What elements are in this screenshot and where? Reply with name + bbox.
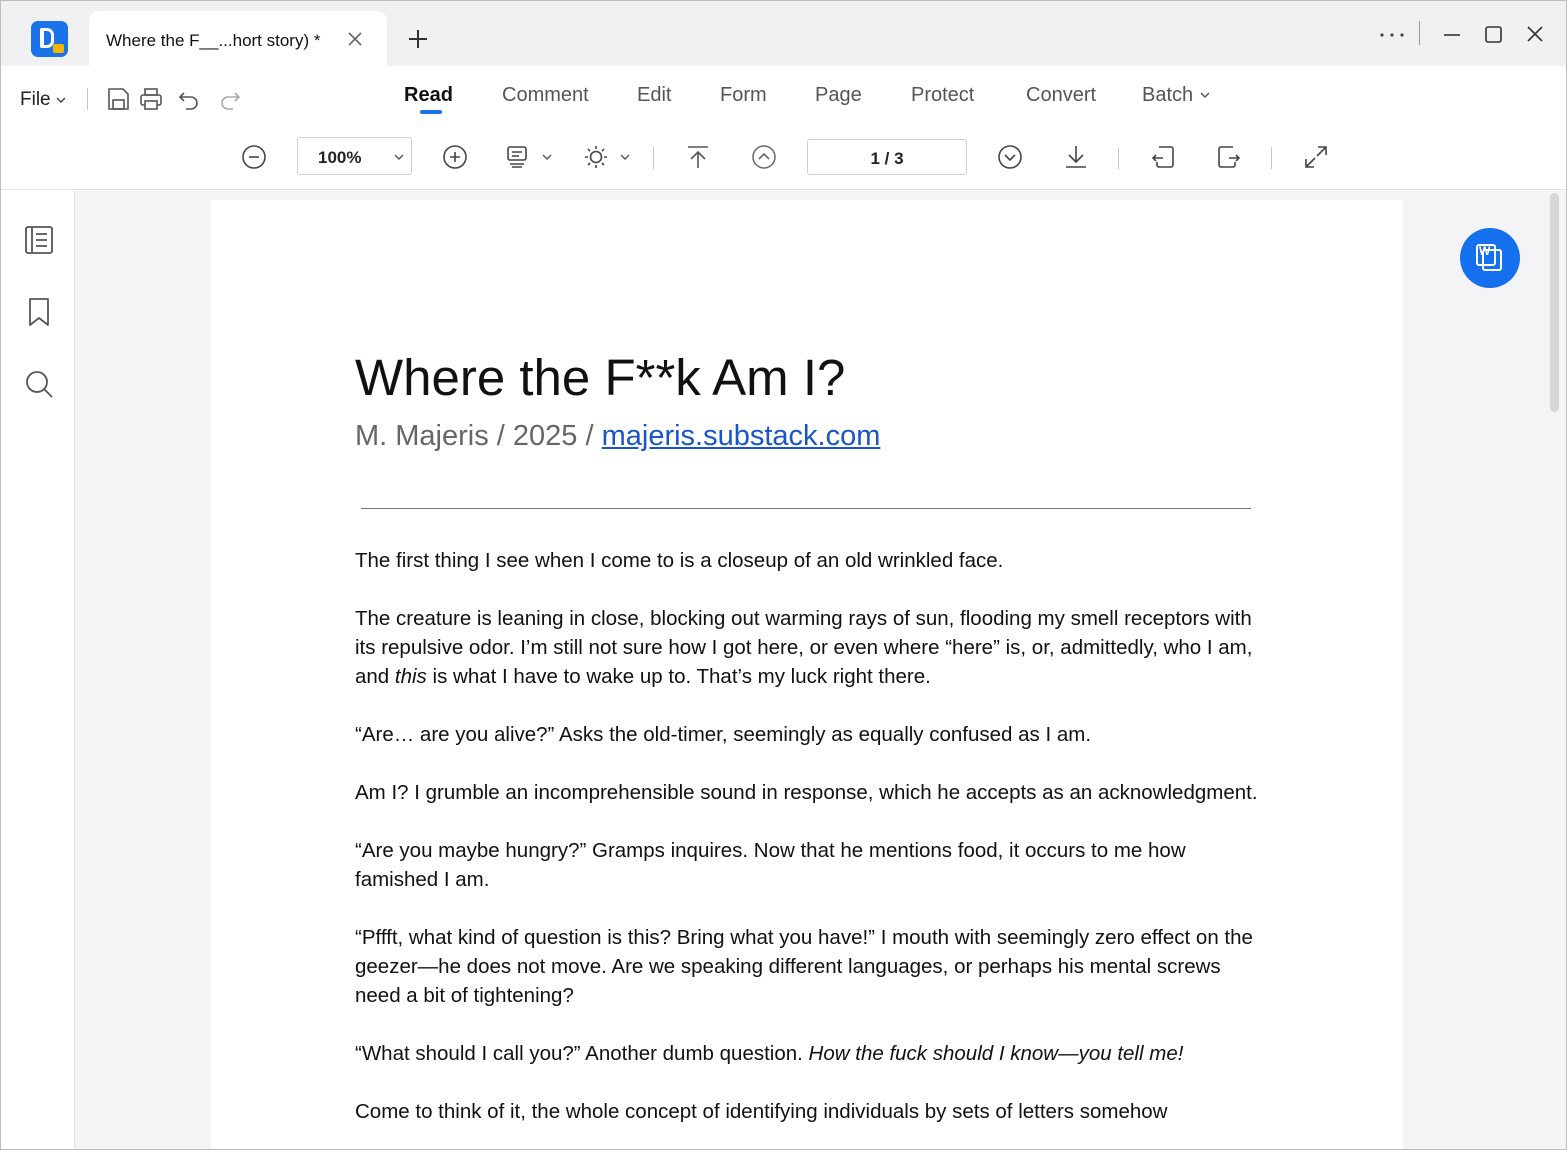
tab-page[interactable]: Page bbox=[815, 84, 862, 107]
chevron-down-icon bbox=[1200, 92, 1210, 98]
chevron-down-icon[interactable] bbox=[542, 152, 552, 162]
fullscreen-icon[interactable] bbox=[1303, 144, 1329, 170]
bookmark-icon[interactable] bbox=[23, 296, 55, 328]
zoom-value: 100% bbox=[318, 148, 362, 167]
redo-icon[interactable] bbox=[217, 86, 243, 112]
paragraph: “Pffft, what kind of question is this? B… bbox=[355, 926, 1253, 1007]
paragraph: Come to think of it, the whole concept o… bbox=[355, 1100, 1168, 1123]
toolbar-separator bbox=[1118, 147, 1119, 169]
tab-comment[interactable]: Comment bbox=[502, 84, 589, 107]
tab-convert[interactable]: Convert bbox=[1026, 84, 1096, 107]
titlebar-separator bbox=[1419, 21, 1420, 45]
left-sidebar bbox=[1, 191, 75, 1149]
read-toolbar: 100% 1 / 3 bbox=[1, 128, 1566, 190]
paragraph: “Are you maybe hungry?” Gramps inquires.… bbox=[355, 839, 1186, 891]
active-tab-indicator bbox=[420, 110, 442, 114]
tab-protect[interactable]: Protect bbox=[911, 84, 974, 107]
previous-page-icon[interactable] bbox=[751, 144, 777, 170]
chevron-down-icon bbox=[56, 97, 66, 103]
file-menu-label: File bbox=[20, 89, 51, 110]
tab-batch[interactable]: Batch bbox=[1142, 84, 1211, 107]
paragraph-text: is what I have to wake up to. That’s my … bbox=[426, 665, 931, 688]
document-body: The first thing I see when I come to is … bbox=[355, 546, 1265, 1149]
close-icon[interactable] bbox=[345, 29, 365, 49]
paragraph-text: “What should I call you?” Another dumb q… bbox=[355, 1042, 809, 1065]
layout-icon[interactable] bbox=[505, 144, 531, 170]
paragraph-emphasis: How the fuck should I know—you tell me! bbox=[808, 1042, 1184, 1065]
page-number-value: 1 / 3 bbox=[870, 149, 904, 168]
zoom-out-icon[interactable] bbox=[241, 144, 267, 170]
outline-icon[interactable] bbox=[23, 224, 55, 256]
zoom-select[interactable]: 100% bbox=[297, 137, 412, 175]
tab-edit[interactable]: Edit bbox=[637, 84, 671, 107]
last-page-icon[interactable] bbox=[1063, 144, 1089, 170]
next-page-icon[interactable] bbox=[997, 144, 1023, 170]
search-icon[interactable] bbox=[23, 368, 55, 400]
zoom-in-icon[interactable] bbox=[442, 144, 468, 170]
maximize-icon[interactable] bbox=[1479, 21, 1507, 49]
tab-batch-label: Batch bbox=[1142, 84, 1194, 106]
paragraph: “What should I call you?” Another dumb q… bbox=[355, 1039, 1265, 1068]
document-page: Where the F**k Am I? M. Majeris / 2025 /… bbox=[211, 200, 1403, 1149]
chevron-down-icon[interactable] bbox=[620, 152, 630, 162]
paragraph: “Are… are you alive?” Asks the old-timer… bbox=[355, 723, 1092, 746]
more-icon[interactable] bbox=[1378, 21, 1406, 49]
vertical-scrollbar[interactable] bbox=[1545, 191, 1563, 1149]
document-canvas[interactable]: Where the F**k Am I? M. Majeris / 2025 /… bbox=[75, 191, 1566, 1149]
tab-read[interactable]: Read bbox=[404, 84, 453, 107]
byline-link[interactable]: majeris.substack.com bbox=[602, 420, 881, 452]
window-close-icon[interactable] bbox=[1521, 21, 1549, 49]
scrollbar-thumb[interactable] bbox=[1550, 193, 1559, 412]
chevron-down-icon bbox=[394, 154, 404, 160]
paragraph: The creature is leaning in close, blocki… bbox=[355, 604, 1265, 691]
horizontal-rule bbox=[361, 508, 1251, 509]
document-title: Where the F**k Am I? bbox=[355, 349, 846, 406]
undo-icon[interactable] bbox=[176, 86, 202, 112]
menu-bar: File Read Comment Edit Form Page Protect… bbox=[1, 66, 1566, 128]
paragraph: Am I? I grumble an incomprehensible soun… bbox=[355, 781, 1258, 804]
brightness-icon[interactable] bbox=[583, 144, 609, 170]
app-logo-icon[interactable] bbox=[31, 21, 68, 57]
tab-form[interactable]: Form bbox=[720, 84, 767, 107]
print-icon[interactable] bbox=[138, 86, 164, 112]
title-bar: Where the F__...hort story) * bbox=[1, 1, 1566, 67]
tab-title: Where the F__...hort story) * bbox=[106, 31, 321, 50]
app-window: Where the F__...hort story) * File Read … bbox=[0, 0, 1567, 1150]
file-menu[interactable]: File bbox=[20, 89, 67, 111]
word-convert-icon[interactable]: W bbox=[1460, 228, 1520, 288]
document-tab[interactable]: Where the F__...hort story) * bbox=[89, 11, 387, 67]
rotate-right-icon[interactable] bbox=[1216, 144, 1242, 170]
menu-separator bbox=[87, 88, 88, 110]
toolbar-separator bbox=[653, 147, 654, 169]
first-page-icon[interactable] bbox=[685, 144, 711, 170]
save-icon[interactable] bbox=[105, 86, 131, 112]
rotate-left-icon[interactable] bbox=[1150, 144, 1176, 170]
plus-icon[interactable] bbox=[406, 27, 430, 51]
byline-text: M. Majeris / 2025 / bbox=[355, 420, 602, 452]
minimize-icon[interactable] bbox=[1438, 21, 1466, 49]
paragraph-emphasis: this bbox=[394, 665, 427, 688]
page-number-input[interactable]: 1 / 3 bbox=[807, 139, 967, 175]
document-byline: M. Majeris / 2025 / majeris.substack.com bbox=[355, 420, 880, 453]
toolbar-separator bbox=[1271, 147, 1272, 169]
paragraph: The first thing I see when I come to is … bbox=[355, 549, 1004, 572]
